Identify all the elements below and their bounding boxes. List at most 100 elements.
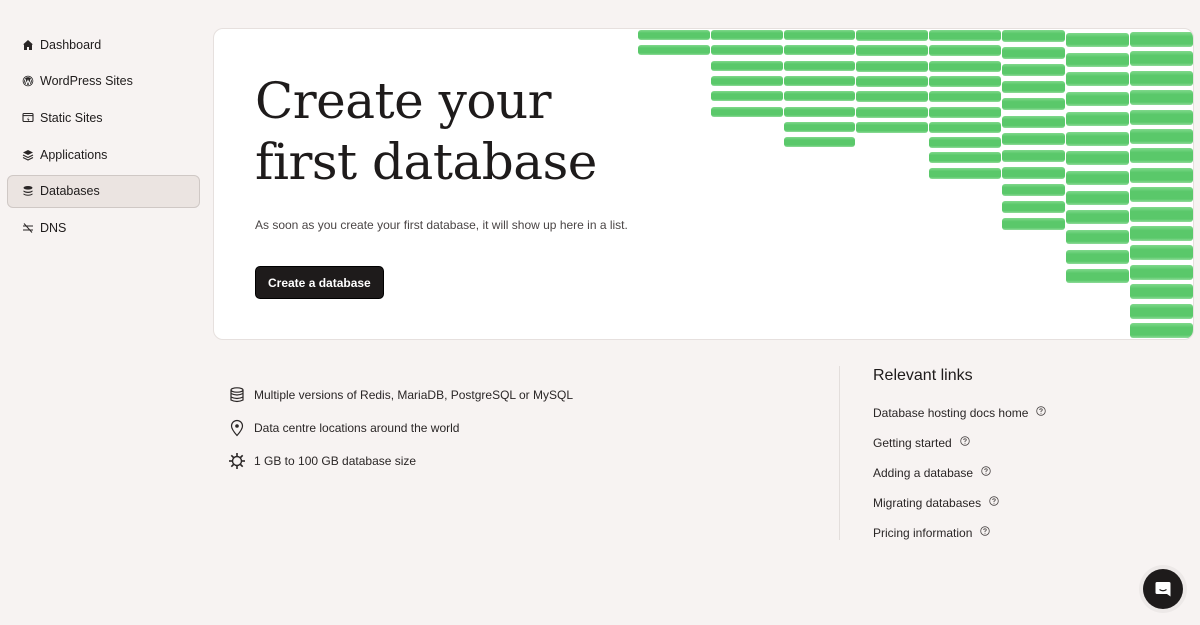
decorative-bar — [1130, 70, 1193, 86]
help-circle-icon — [960, 436, 970, 446]
decorative-bar — [856, 121, 928, 133]
decorative-bar — [1130, 303, 1193, 319]
sidebar-item-label: DNS — [40, 220, 67, 235]
home-icon — [22, 39, 34, 51]
decorative-bar — [1130, 245, 1193, 261]
decorative-bar — [1066, 230, 1129, 244]
relevant-link[interactable]: Adding a database — [873, 458, 1046, 488]
section-divider — [839, 366, 840, 540]
decorative-bar — [856, 60, 928, 72]
decorative-bar — [929, 30, 1001, 41]
sidebar-item-dns[interactable]: DNS — [7, 211, 200, 244]
sidebar-item-static-sites[interactable]: Static Sites — [7, 101, 200, 134]
help-circle-icon — [989, 496, 999, 506]
decorative-bar — [1002, 98, 1065, 111]
relevant-links: Relevant links Database hosting docs hom… — [873, 367, 1047, 548]
sidebar-item-label: WordPress Sites — [40, 74, 133, 89]
decorative-bar — [711, 60, 783, 71]
decorative-bar — [929, 152, 1001, 164]
decorative-bar — [1002, 81, 1065, 94]
decorative-bar — [1066, 72, 1129, 87]
decorative-bar — [856, 30, 928, 41]
decorative-bar — [929, 121, 1001, 133]
decorative-bar — [1002, 201, 1065, 213]
decorative-bar — [711, 106, 783, 117]
chat-support-button[interactable] — [1143, 569, 1183, 609]
sidebar-item-databases[interactable]: Databases — [7, 174, 200, 208]
chat-icon — [1155, 582, 1171, 597]
decorative-bar — [1002, 64, 1065, 77]
decorative-bar — [1130, 226, 1193, 241]
relevant-link-label: Adding a database — [873, 466, 974, 480]
relevant-links-heading: Relevant links — [873, 367, 973, 384]
sidebar-item-label: Dashboard — [40, 37, 102, 52]
relevant-link-label: Migrating databases — [873, 496, 982, 510]
decorative-bar — [784, 75, 855, 86]
decorative-bar — [1066, 249, 1129, 264]
sidebar-item-dashboard[interactable]: Dashboard — [7, 28, 200, 61]
decorative-bar — [1066, 190, 1129, 205]
help-circle-icon — [980, 526, 991, 536]
decorative-bar — [1002, 30, 1065, 42]
sidebar-item-wordpress-sites[interactable]: WordPress Sites — [7, 65, 200, 98]
decorative-bar — [1130, 284, 1193, 300]
database-icon — [228, 386, 246, 404]
decorative-bar — [1130, 187, 1193, 203]
decorative-bar — [1066, 170, 1129, 185]
decorative-bar — [1130, 148, 1193, 164]
decorative-bar — [929, 45, 1001, 57]
decorative-bar — [856, 91, 928, 103]
relevant-link[interactable]: Pricing information — [873, 518, 1046, 548]
page-title: Create your first database — [255, 72, 597, 191]
decorative-bar — [784, 30, 855, 40]
gear-icon — [228, 452, 246, 470]
decorative-bar — [929, 91, 1001, 103]
relevant-link[interactable]: Database hosting docs home — [873, 398, 1047, 428]
decorative-bar — [929, 106, 1001, 118]
decorative-bar — [784, 45, 855, 56]
decorative-bar — [1002, 47, 1065, 60]
decorative-bar — [1130, 264, 1193, 280]
decorative-bar — [1066, 269, 1129, 284]
feature-text: Multiple versions of Redis, MariaDB, Pos… — [254, 387, 574, 402]
empty-state-description: As soon as you create your first databas… — [255, 218, 628, 232]
decorative-bar — [1066, 210, 1129, 225]
decorative-bar — [929, 60, 1001, 72]
help-circle-icon — [1036, 406, 1047, 416]
applications-icon — [22, 149, 34, 161]
decorative-bar — [784, 91, 855, 102]
decorative-bar — [929, 167, 1001, 179]
relevant-link-label: Database hosting docs home — [873, 406, 1029, 420]
decorative-bar — [1002, 183, 1065, 196]
decorative-bar — [929, 137, 1001, 149]
decorative-bar — [856, 45, 928, 57]
sidebar-item-label: Applications — [40, 147, 108, 162]
sidebar-item-label: Static Sites — [40, 110, 103, 125]
decorative-bar — [1066, 52, 1129, 67]
decorative-bar — [638, 45, 710, 56]
decorative-bar — [1066, 151, 1129, 166]
decorative-bar — [784, 137, 855, 148]
decorative-bar — [1066, 33, 1129, 47]
feature-text: 1 GB to 100 GB database size — [254, 453, 417, 468]
create-database-button[interactable]: Create a database — [255, 266, 384, 299]
relevant-link[interactable]: Migrating databases — [873, 488, 1046, 518]
decorative-bar — [1130, 51, 1193, 67]
relevant-link-label: Pricing information — [873, 526, 973, 540]
feature-item: 1 GB to 100 GB database size — [228, 444, 573, 477]
sidebar-item-applications[interactable]: Applications — [7, 138, 200, 171]
feature-list: Multiple versions of Redis, MariaDB, Pos… — [228, 378, 573, 477]
decorative-bar — [929, 75, 1001, 87]
help-circle-icon — [981, 466, 991, 476]
wordpress-icon — [22, 75, 34, 87]
feature-item: Data centre locations around the world — [228, 411, 573, 444]
decorative-bar — [1002, 149, 1065, 162]
feature-text: Data centre locations around the world — [254, 420, 460, 435]
decorative-bar — [1002, 166, 1065, 179]
decorative-bar — [711, 91, 783, 102]
location-pin-icon — [228, 419, 246, 437]
decorative-bar — [784, 60, 855, 71]
decorative-bar — [1130, 206, 1193, 222]
relevant-link[interactable]: Getting started — [873, 428, 1046, 458]
sidebar-nav: Dashboard WordPress Sites Static Sites A… — [7, 28, 200, 248]
